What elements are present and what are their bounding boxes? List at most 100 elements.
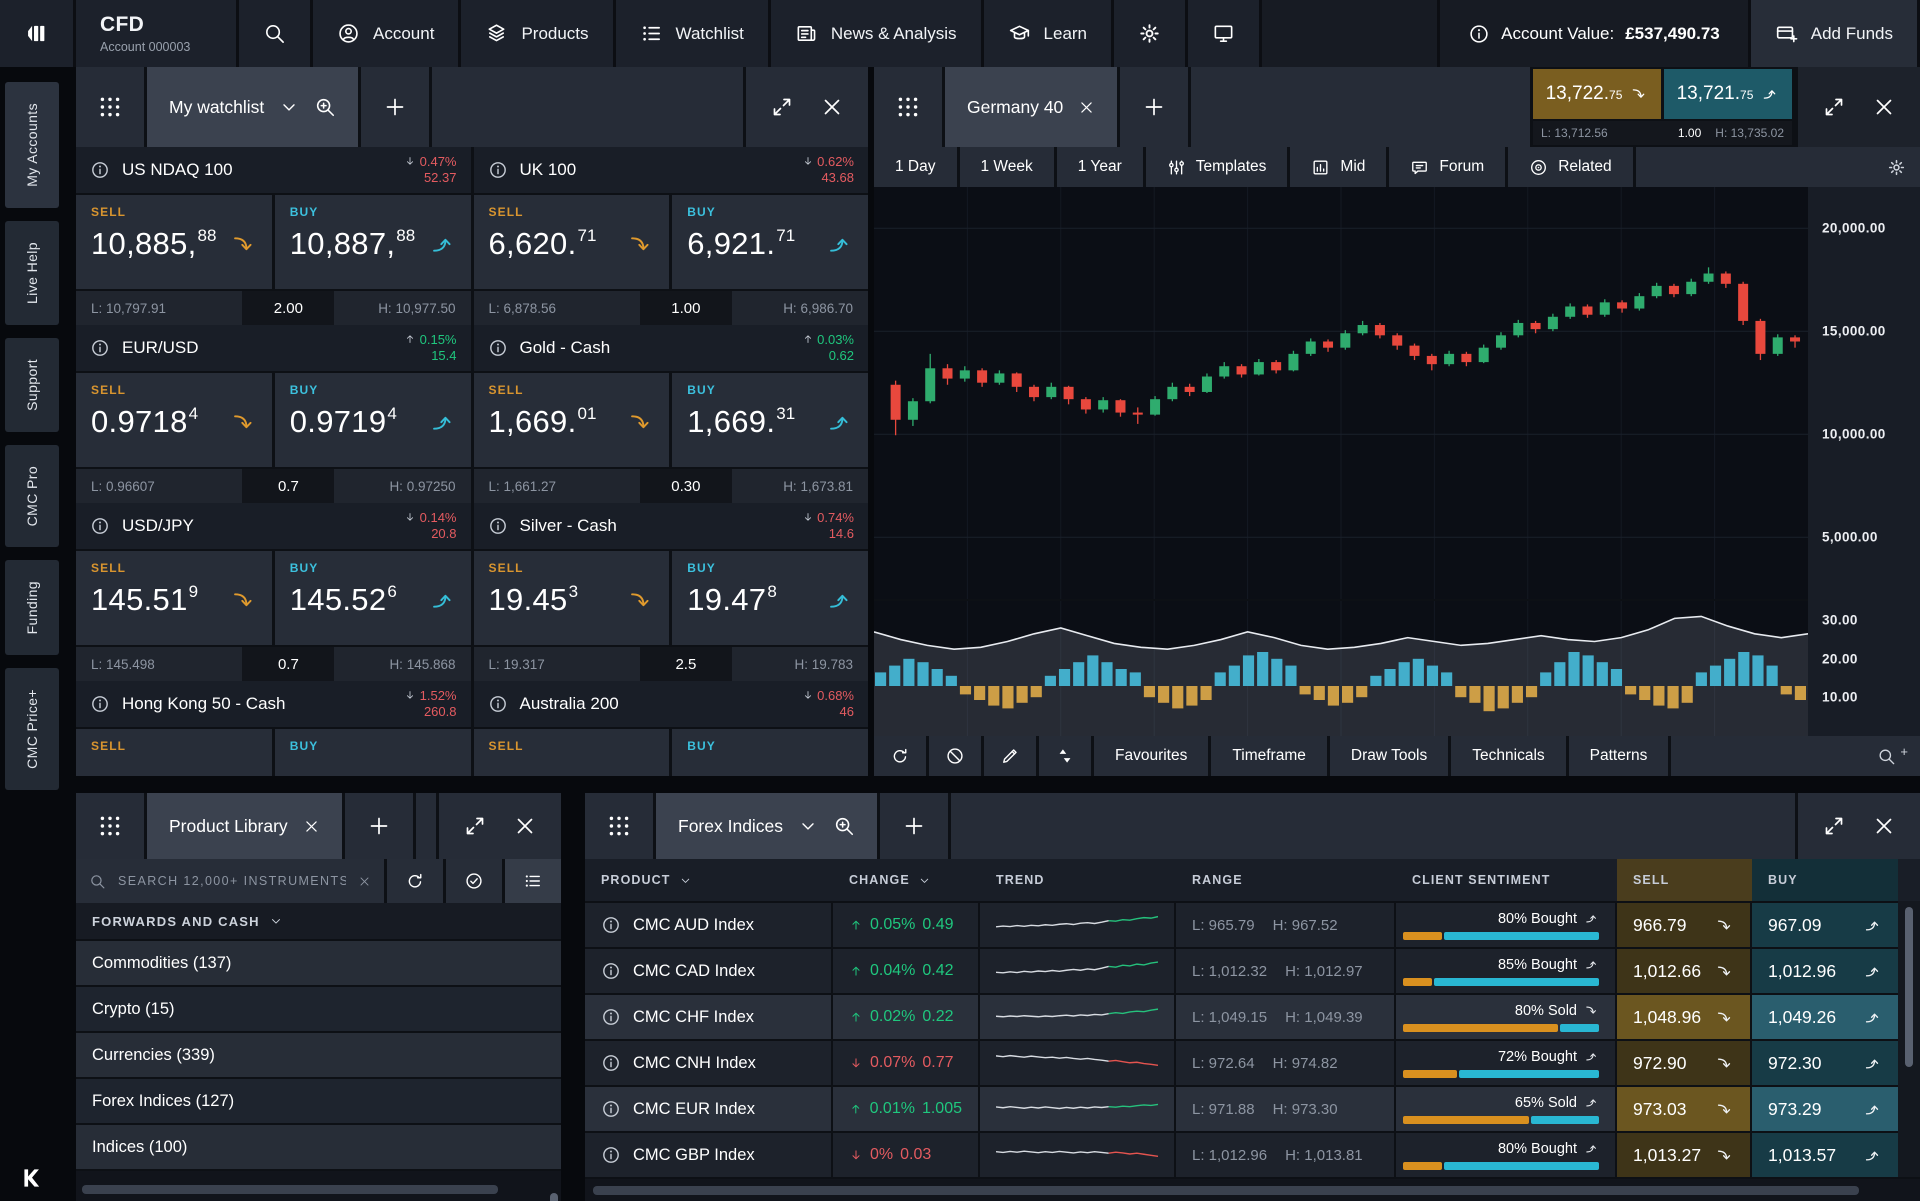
chart-add-tab-button[interactable] [1120,67,1188,147]
tab-close-icon[interactable] [303,818,320,835]
nav-item-news-analysis[interactable]: News & Analysis [771,0,984,67]
refresh-tool-button[interactable] [874,736,926,776]
library-tab[interactable]: Product Library [147,793,342,859]
library-item-crypto-15-[interactable]: Crypto (15) [76,987,561,1033]
add-funds-button[interactable]: Add Funds [1751,0,1920,67]
library-item-indices-100-[interactable]: Indices (100) [76,1125,561,1171]
buy-button[interactable]: BUY10,887,88 [275,195,471,289]
forex-scroll-track[interactable] [1898,901,1920,1177]
table-row-cmc-gbp-index[interactable]: CMC GBP Index0%0.03L: 1,012.96H: 1,013.8… [585,1133,1920,1179]
chart-tool-technicals[interactable]: Technicals [1451,736,1565,776]
chart-tool-timeframe[interactable]: Timeframe [1211,736,1327,776]
chart-toolbar-mid[interactable]: Mid [1290,147,1386,187]
sell-button[interactable]: SELL0.97184 [76,373,272,467]
search-plus-icon[interactable] [833,815,855,837]
forex-scrollbar[interactable] [1905,907,1913,1067]
sell-button[interactable]: SELL1,669.01 [474,373,670,467]
buy-button[interactable]: BUY145.526 [275,551,471,645]
gear-button[interactable] [1114,0,1188,67]
library-searchbox[interactable] [76,859,384,903]
close-icon[interactable] [1872,95,1896,119]
column-header-trend[interactable]: TREND [980,859,1176,901]
buy-button[interactable]: BUY0.97194 [275,373,471,467]
instrument-name-row[interactable]: Silver - Cash 0.74%14.6 [474,503,869,551]
buy-button[interactable]: BUY19.478 [672,551,868,645]
instrument-name-row[interactable]: UK 100 0.62%43.68 [474,147,869,195]
close-icon[interactable] [1872,814,1896,838]
instrument-name-row[interactable]: USD/JPY 0.14%20.8 [76,503,471,551]
product-cell[interactable]: CMC CNH Index [585,1041,833,1085]
sell-button[interactable]: 1,012.66 [1617,949,1752,993]
instrument-name-row[interactable]: Hong Kong 50 - Cash 1.52%260.8 [76,681,471,729]
library-refresh-button[interactable] [387,859,443,903]
search-plus-icon[interactable] [314,96,336,118]
nav-item-account[interactable]: Account [313,0,461,67]
chart-tool-draw-tools[interactable]: Draw Tools [1330,736,1448,776]
sell-button[interactable]: 1,048.96 [1617,995,1752,1039]
chart-sell-button[interactable]: 13,722.75 [1533,69,1661,119]
nav-item-products[interactable]: Products [461,0,615,67]
column-header-change[interactable]: CHANGE [833,859,980,901]
price-axis[interactable]: 20,000.0015,000.0010,000.005,000.0030.00… [1808,187,1920,736]
instrument-name-row[interactable]: US NDAQ 100 0.47%52.37 [76,147,471,195]
product-cell[interactable]: CMC EUR Index [585,1087,833,1131]
chart-toolbar-1-week[interactable]: 1 Week [960,147,1054,187]
sell-button[interactable]: SELL19.453 [474,551,670,645]
library-view-button[interactable] [505,859,561,903]
chart-toolbar-related[interactable]: Related [1508,147,1632,187]
buy-button[interactable]: 972.30 [1752,1041,1898,1085]
buy-button[interactable]: BUY1,669.31 [672,373,868,467]
table-row-cmc-cnh-index[interactable]: CMC CNH Index0.07%0.77L: 972.64H: 974.82… [585,1041,1920,1087]
sidebar-item-cmc-price-[interactable]: CMC Price+ [5,668,59,790]
forex-add-tab-button[interactable] [880,793,948,859]
chevron-down-icon[interactable] [798,816,818,836]
sidebar-item-funding[interactable]: Funding [5,560,59,655]
library-add-tab-button[interactable] [345,793,413,859]
table-row-cmc-chf-index[interactable]: CMC CHF Index0.02%0.22L: 1,049.15H: 1,04… [585,995,1920,1041]
expand-icon[interactable] [1822,95,1846,119]
chart-tab[interactable]: Germany 40 [945,67,1117,147]
forex-hscrollbar[interactable] [585,1184,1920,1196]
instrument-name-row[interactable]: Australia 200 0.68%46 [474,681,869,729]
product-cell[interactable]: CMC AUD Index [585,903,833,947]
sell-button[interactable]: SELL145.519 [76,551,272,645]
library-grid-button[interactable] [76,793,144,859]
table-row-cmc-cad-index[interactable]: CMC CAD Index0.04%0.42L: 1,012.32H: 1,01… [585,949,1920,995]
expand-icon[interactable] [463,814,487,838]
sell-button[interactable]: SELL [474,729,670,776]
sell-button[interactable]: 966.79 [1617,903,1752,947]
chart-toolbar-1-day[interactable]: 1 Day [874,147,957,187]
close-icon[interactable] [513,814,537,838]
library-section-header[interactable]: FORWARDS AND CASH [76,903,561,941]
chart-grid-button[interactable] [874,67,942,147]
gear-icon[interactable] [1887,158,1906,177]
sell-button[interactable]: SELL10,885,88 [76,195,272,289]
sell-button[interactable]: 1,013.27 [1617,1133,1752,1177]
nav-item-learn[interactable]: Learn [984,0,1114,67]
tab-close-icon[interactable] [1078,99,1095,116]
sidebar-item-cmc-pro[interactable]: CMC Pro [5,445,59,547]
chevron-down-icon[interactable] [279,97,299,117]
column-header-client-sentiment[interactable]: CLIENT SENTIMENT [1396,859,1617,901]
buy-button[interactable]: BUY6,921.71 [672,195,868,289]
chart-toolbar-forum[interactable]: Forum [1389,147,1505,187]
buy-button[interactable]: 1,013.57 [1752,1133,1898,1177]
sell-button[interactable]: SELL [76,729,272,776]
pencil-tool-button[interactable] [984,736,1036,776]
search-button[interactable] [239,0,313,67]
expand-icon[interactable] [1822,814,1846,838]
instrument-name-row[interactable]: EUR/USD 0.15%15.4 [76,325,471,373]
buy-button[interactable]: BUY [275,729,471,776]
library-item-commodities-137-[interactable]: Commodities (137) [76,941,561,987]
candlestick-chart[interactable] [874,187,1808,599]
buy-button[interactable]: BUY [672,729,868,776]
chart-tool-favourites[interactable]: Favourites [1094,736,1208,776]
column-header-product[interactable]: PRODUCT [585,859,833,901]
buy-button[interactable]: 1,049.26 [1752,995,1898,1039]
sidebar-item-support[interactable]: Support [5,338,59,432]
library-item-forex-indices-127-[interactable]: Forex Indices (127) [76,1079,561,1125]
column-header-sell[interactable]: SELL [1617,859,1752,901]
monitor-button[interactable] [1188,0,1262,67]
ban-tool-button[interactable] [929,736,981,776]
sidebar-item-live-help[interactable]: Live Help [5,221,59,325]
